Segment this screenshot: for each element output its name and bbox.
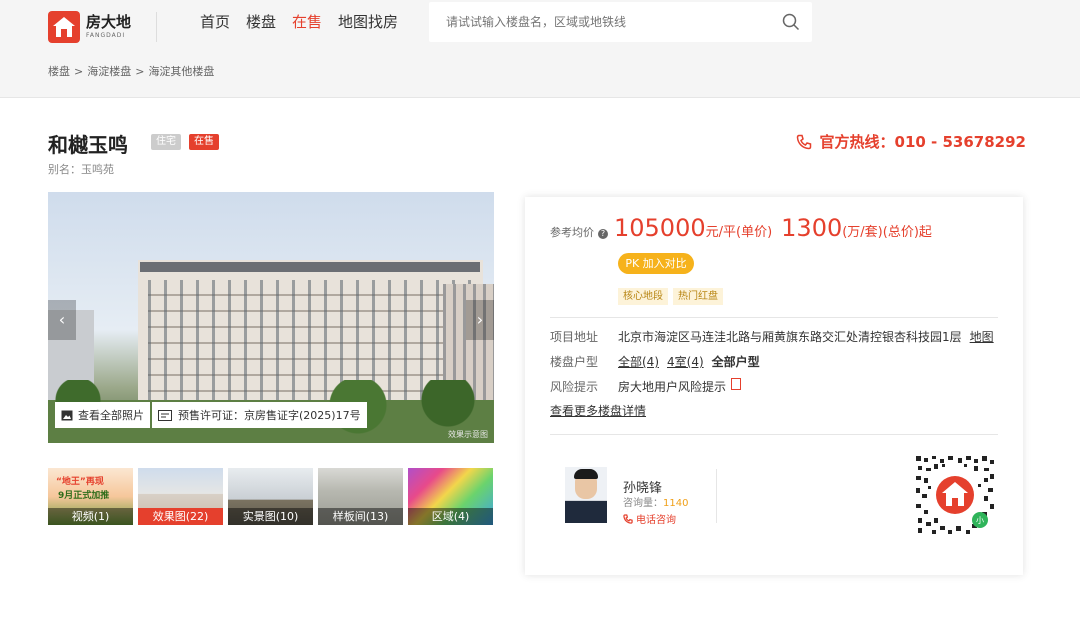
logo-name: 房大地 [86, 13, 132, 31]
thumb-headline: “地王”再现 [56, 477, 104, 487]
address-label: 项目地址 [550, 330, 599, 344]
add-to-compare-button[interactable]: PK 加入对比 [618, 253, 694, 274]
breadcrumb-item[interactable]: 海淀楼盘 [87, 65, 131, 78]
thumb-caption: 区域(4) [408, 508, 493, 525]
consult-label: 咨询量： [623, 498, 663, 509]
photo-watermark: 效果示意图 [448, 430, 488, 439]
address-value: 北京市海淀区马连洼北路与厢黄旗东路交汇处清控银杏科技园1层 [618, 330, 962, 344]
thumb-renderings[interactable]: 效果图(22) [138, 468, 223, 525]
svg-text:小: 小 [976, 516, 984, 525]
presale-permit-button[interactable]: 预售许可证：京房售证字(2025)17号 [152, 402, 367, 428]
layout-row: 楼盘户型 全部(4) 4室(4) 全部户型 [550, 353, 760, 370]
thumb-subheadline: 9月正式加推 [58, 491, 110, 501]
divider [716, 469, 717, 523]
more-details-row: 查看更多楼盘详情 [550, 402, 646, 419]
search-box [429, 2, 812, 42]
feature-tag: 核心地段 [618, 288, 668, 305]
presale-permit-label: 预售许可证：京房售证字(2025)17号 [178, 409, 361, 422]
main-nav: 首页 楼盘 在售 地图找房 [200, 12, 398, 32]
breadcrumb-item[interactable]: 楼盘 [48, 65, 70, 78]
address-row: 项目地址 北京市海淀区马连洼北路与厢黄旗东路交汇处清控银杏科技园1层 地图 [550, 328, 994, 345]
type-badge: 住宅 [151, 134, 181, 150]
layout-all-link[interactable]: 全部(4) [618, 353, 659, 370]
thumb-caption: 实景图(10) [228, 508, 313, 525]
building-roof [140, 262, 480, 272]
logo-divider [156, 12, 157, 42]
logo-icon [48, 11, 80, 43]
layout-label: 楼盘户型 [550, 355, 599, 369]
view-all-photos-button[interactable]: 查看全部照片 [55, 402, 150, 428]
nav-home[interactable]: 首页 [200, 12, 230, 32]
price-row: 参考均价 ? 105000 元/平(单价) 1300 (万/套)(总价)起 [550, 214, 932, 242]
help-icon[interactable]: ? [598, 229, 608, 239]
search-icon[interactable] [782, 13, 800, 31]
top-bar: 房大地 FANGDADI 首页 楼盘 在售 地图找房 楼盘>海淀楼盘>海淀其他楼… [0, 0, 1080, 98]
hotline[interactable]: 官方热线：010 - 53678292 [796, 131, 1026, 152]
price-label: 参考均价 [550, 226, 594, 239]
logo-subname: FANGDADI [86, 32, 126, 39]
thumb-video[interactable]: “地王”再现 9月正式加推 视频(1) [48, 468, 133, 525]
document-icon[interactable] [731, 378, 742, 390]
next-photo-button[interactable]: › [466, 300, 494, 340]
thumb-show-unit[interactable]: 样板间(13) [318, 468, 403, 525]
breadcrumb: 楼盘 > 海淀楼盘 > 海淀其他楼盘 [48, 63, 214, 79]
more-details-link[interactable]: 查看更多楼盘详情 [550, 402, 646, 419]
prev-photo-button[interactable]: ‹ [48, 300, 76, 340]
all-layouts-link[interactable]: 全部户型 [712, 353, 760, 370]
hotline-text: 官方热线：010 - 53678292 [819, 133, 1026, 151]
thumb-caption: 样板间(13) [318, 508, 403, 525]
certificate-icon [158, 409, 172, 421]
consult-count: 1140 [663, 498, 689, 509]
status-badge: 在售 [189, 134, 219, 150]
thumb-real-photos[interactable]: 实景图(10) [228, 468, 313, 525]
breadcrumb-separator: > [74, 65, 84, 78]
thumb-area[interactable]: 区域(4) [408, 468, 493, 525]
project-alias: 别名：玉鸣苑 [48, 163, 114, 176]
thumb-caption: 效果图(22) [138, 508, 223, 525]
breadcrumb-item[interactable]: 海淀其他楼盘 [148, 65, 214, 78]
breadcrumb-separator: > [135, 65, 145, 78]
project-title: 和樾玉鸣 [48, 133, 128, 157]
nav-on-sale[interactable]: 在售 [292, 12, 322, 32]
unit-price: 105000 [614, 214, 706, 242]
image-icon [61, 410, 73, 420]
total-price-suffix: (万/套)(总价)起 [842, 225, 932, 240]
divider [550, 317, 998, 318]
feature-tag: 热门红盘 [673, 288, 723, 305]
total-price: 1300 [781, 214, 843, 242]
nav-map-search[interactable]: 地图找房 [338, 12, 398, 32]
phone-icon [796, 134, 811, 149]
search-input[interactable] [429, 2, 759, 42]
thumb-caption: 视频(1) [48, 508, 133, 525]
project-summary-card: 参考均价 ? 105000 元/平(单价) 1300 (万/套)(总价)起 PK… [525, 197, 1023, 575]
map-link[interactable]: 地图 [970, 328, 994, 345]
agent-hair [574, 469, 598, 479]
phone-icon [623, 513, 633, 524]
thumbnail-strip: “地王”再现 9月正式加推 视频(1) 效果图(22) 实景图(10) 样板间(… [48, 468, 493, 525]
layout-4room-link[interactable]: 4室(4) [667, 353, 704, 370]
mini-program-qr-code[interactable]: 小 [914, 454, 996, 536]
site-logo[interactable]: 房大地 FANGDADI [48, 11, 138, 43]
nav-projects[interactable]: 楼盘 [246, 12, 276, 32]
view-all-photos-label: 查看全部照片 [78, 409, 144, 422]
unit-price-suffix: 元/平(单价) [705, 225, 773, 240]
agent-avatar[interactable] [565, 467, 607, 523]
risk-notice-link[interactable]: 房大地用户风险提示 [618, 378, 726, 395]
call-agent-button[interactable]: 电话咨询 [623, 511, 676, 526]
risk-row: 风险提示 房大地用户风险提示 [550, 378, 742, 395]
divider [550, 434, 998, 435]
call-agent-label: 电话咨询 [636, 515, 676, 526]
agent-consult-count: 咨询量：1140 [623, 494, 688, 509]
risk-label: 风险提示 [550, 380, 599, 394]
